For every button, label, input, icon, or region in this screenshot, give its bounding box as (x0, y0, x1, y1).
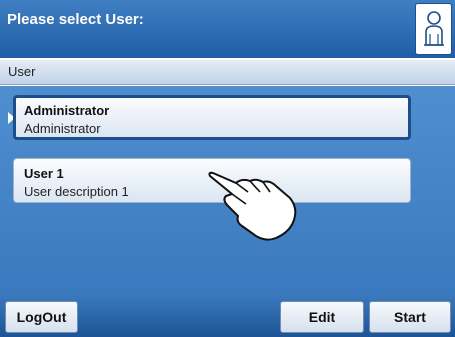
user-description: Administrator (24, 121, 101, 136)
start-button[interactable]: Start (369, 301, 451, 333)
logout-button[interactable]: LogOut (5, 301, 78, 333)
bottom-toolbar: LogOut Edit Start (0, 296, 455, 337)
user-name: Administrator (24, 103, 110, 118)
title-bar: Please select User: (0, 0, 455, 58)
user-description: User description 1 (24, 184, 129, 199)
list-column-header: User (0, 60, 455, 85)
user-name: User 1 (24, 166, 64, 181)
user-profile-button[interactable] (415, 3, 452, 55)
page-title: Please select User: (7, 11, 144, 28)
user-icon (423, 11, 444, 46)
list-column-label: User (8, 64, 36, 79)
edit-button[interactable]: Edit (280, 301, 364, 333)
user-item-administrator[interactable]: Administrator Administrator (13, 95, 411, 140)
pointing-hand-icon (208, 171, 297, 241)
